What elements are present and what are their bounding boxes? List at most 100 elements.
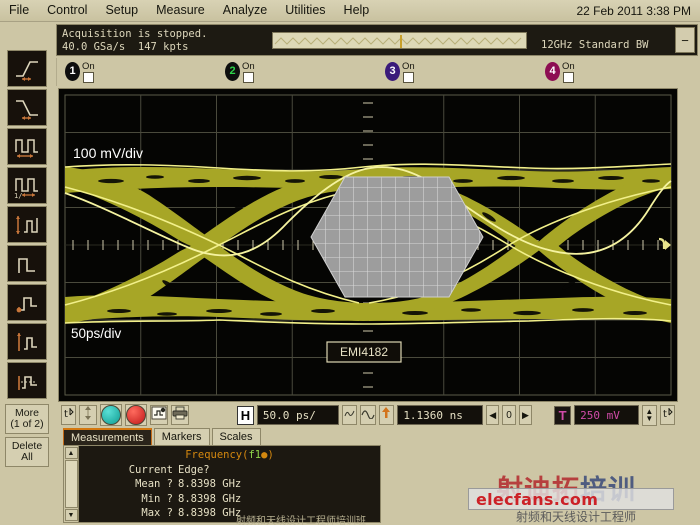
trigger-setup-button[interactable]: T	[554, 406, 571, 425]
delete-label-line2: All	[21, 452, 33, 464]
menu-item-help[interactable]: Help	[335, 2, 379, 19]
channel-3-on-toggle[interactable]: On	[402, 62, 415, 83]
measurement-header-row: Current Edge?	[83, 463, 376, 478]
period-icon	[13, 134, 41, 160]
run-button[interactable]	[100, 404, 122, 426]
measurement-label-max: Max ?	[83, 506, 178, 521]
delay-reference-button[interactable]	[379, 405, 394, 425]
channel-1-on-toggle[interactable]: On	[82, 62, 95, 83]
fall-time-icon	[13, 95, 41, 121]
sample-rate-value: 40.0 GSa/s	[62, 41, 125, 53]
measurement-title-suffix: )	[267, 449, 273, 461]
horizontal-setup-button[interactable]: H	[237, 406, 254, 425]
scroll-down-button[interactable]: ▼	[65, 509, 78, 521]
trigger-level-up-button[interactable]: t	[61, 405, 76, 425]
rise-time-icon	[13, 56, 41, 82]
delay-decrement-button[interactable]: ◀	[486, 405, 499, 425]
vpp-measurement-button[interactable]	[7, 362, 47, 399]
menu-item-utilities[interactable]: Utilities	[276, 2, 334, 19]
timebase-coarse-button[interactable]	[360, 405, 376, 425]
channel-1-button[interactable]: 1	[65, 62, 80, 81]
waveform-label-box[interactable]: EMI4182	[327, 342, 401, 362]
trigger-level-stepper[interactable]: ▲ ▼	[642, 405, 657, 426]
tab-measurements[interactable]: Measurements	[63, 428, 152, 445]
measurement-row-mean: Mean ? 8.8398 GHz	[83, 477, 376, 492]
measurement-label-mean: Mean ?	[83, 477, 178, 492]
duty-cycle-measurement-button[interactable]: 1/	[7, 167, 47, 204]
horizontal-scale-label: 50ps/div	[71, 326, 122, 341]
delay-increment-button[interactable]: ▶	[519, 405, 532, 425]
top-level-measurement-button[interactable]	[7, 245, 47, 282]
clock-label: 22 Feb 2011 3:38 PM	[576, 4, 700, 18]
top-level-icon	[13, 251, 41, 277]
scroll-up-button[interactable]: ▲	[65, 447, 78, 459]
fall-time-measurement-button[interactable]	[7, 89, 47, 126]
menu-bar: File Control Setup Measure Analyze Utili…	[0, 0, 700, 22]
menu-item-analyze[interactable]: Analyze	[214, 2, 276, 19]
measurement-title-prefix: Frequency(	[185, 449, 248, 461]
delay-zero-button[interactable]: 0	[502, 405, 515, 425]
channel-4-group: 4 On	[537, 62, 697, 83]
measurements-panel: Measurements Markers Scales ▲ ▼ Frequenc…	[58, 428, 678, 525]
svg-text:t: t	[663, 409, 667, 420]
channel-4-on-toggle[interactable]: On	[562, 62, 575, 83]
delete-all-button[interactable]: Delete All	[5, 437, 49, 467]
channel-2-button[interactable]: 2	[225, 62, 240, 81]
single-shot-icon	[151, 406, 167, 425]
vmin-measurement-button[interactable]	[7, 323, 47, 360]
orange-up-arrow-icon	[381, 406, 392, 424]
acquisition-status-strip: Acquisition is stopped. 40.0 GSa/s 147 k…	[56, 24, 698, 56]
sine-wave-icon	[361, 406, 375, 424]
fine-adjust-icon	[344, 406, 356, 424]
oscilloscope-app: File Control Setup Measure Analyze Utili…	[0, 0, 700, 525]
channel-2-on-label: On	[242, 62, 255, 71]
tab-markers[interactable]: Markers	[154, 428, 210, 445]
vmax-measurement-button[interactable]	[7, 284, 47, 321]
timebase-fine-button[interactable]	[342, 405, 357, 425]
t-up-arrow-icon: t	[63, 406, 74, 425]
channel-1-checkbox[interactable]	[83, 72, 94, 83]
channel-3-checkbox[interactable]	[403, 72, 414, 83]
rise-time-measurement-button[interactable]	[7, 50, 47, 87]
stop-icon	[126, 405, 146, 425]
scroll-thumb[interactable]	[65, 460, 78, 508]
trigger-level-field[interactable]: 250 mV	[574, 405, 639, 425]
measurements-scrollbar[interactable]: ▲ ▼	[64, 446, 79, 522]
amplitude-measurement-button[interactable]	[7, 206, 47, 243]
delay-field[interactable]: 1.1360 ns	[397, 405, 483, 425]
channel-1-group: 1 On	[57, 62, 217, 83]
measurement-source: f1	[248, 449, 261, 461]
channel-4-button[interactable]: 4	[545, 62, 560, 81]
updown-arrows-icon	[81, 405, 95, 426]
sample-rate-depth-text: 40.0 GSa/s 147 kpts	[62, 41, 272, 54]
menu-item-measure[interactable]: Measure	[147, 2, 214, 19]
navigate-updown-button[interactable]	[79, 405, 97, 425]
measurement-label-min: Min ?	[83, 492, 178, 507]
run-icon	[101, 405, 121, 425]
channel-2-on-toggle[interactable]: On	[242, 62, 255, 83]
menu-item-control[interactable]: Control	[38, 2, 96, 19]
channel-3-button[interactable]: 3	[385, 62, 400, 81]
channel-2-checkbox[interactable]	[243, 72, 254, 83]
bandwidth-text: 12GHz Standard BW	[541, 39, 648, 51]
more-measurements-button[interactable]: More (1 of 2)	[5, 404, 49, 434]
menu-item-setup[interactable]: Setup	[96, 2, 147, 19]
minimize-button[interactable]: −	[675, 27, 695, 53]
waveform-display[interactable]: EMI4182 100 mV/div 50ps/div	[58, 88, 678, 402]
print-button[interactable]	[171, 405, 189, 425]
tab-scales[interactable]: Scales	[212, 428, 261, 445]
menu-item-file[interactable]: File	[0, 2, 38, 19]
acquisition-status-text: Acquisition is stopped.	[62, 28, 272, 41]
timebase-field[interactable]: 50.0 ps/	[257, 405, 339, 425]
memory-depth-value: 147 kpts	[138, 41, 189, 53]
channel-4-on-label: On	[562, 62, 575, 71]
stop-button[interactable]	[125, 404, 147, 426]
acquisition-memory-gauge[interactable]	[272, 32, 527, 49]
channel-4-checkbox[interactable]	[563, 72, 574, 83]
printer-icon	[172, 406, 188, 425]
gauge-position-marker	[400, 35, 402, 48]
period-measurement-button[interactable]	[7, 128, 47, 165]
trigger-mode-button[interactable]: t	[660, 405, 675, 425]
stepper-down-icon: ▼	[645, 415, 653, 422]
single-acquisition-button[interactable]	[150, 405, 168, 425]
